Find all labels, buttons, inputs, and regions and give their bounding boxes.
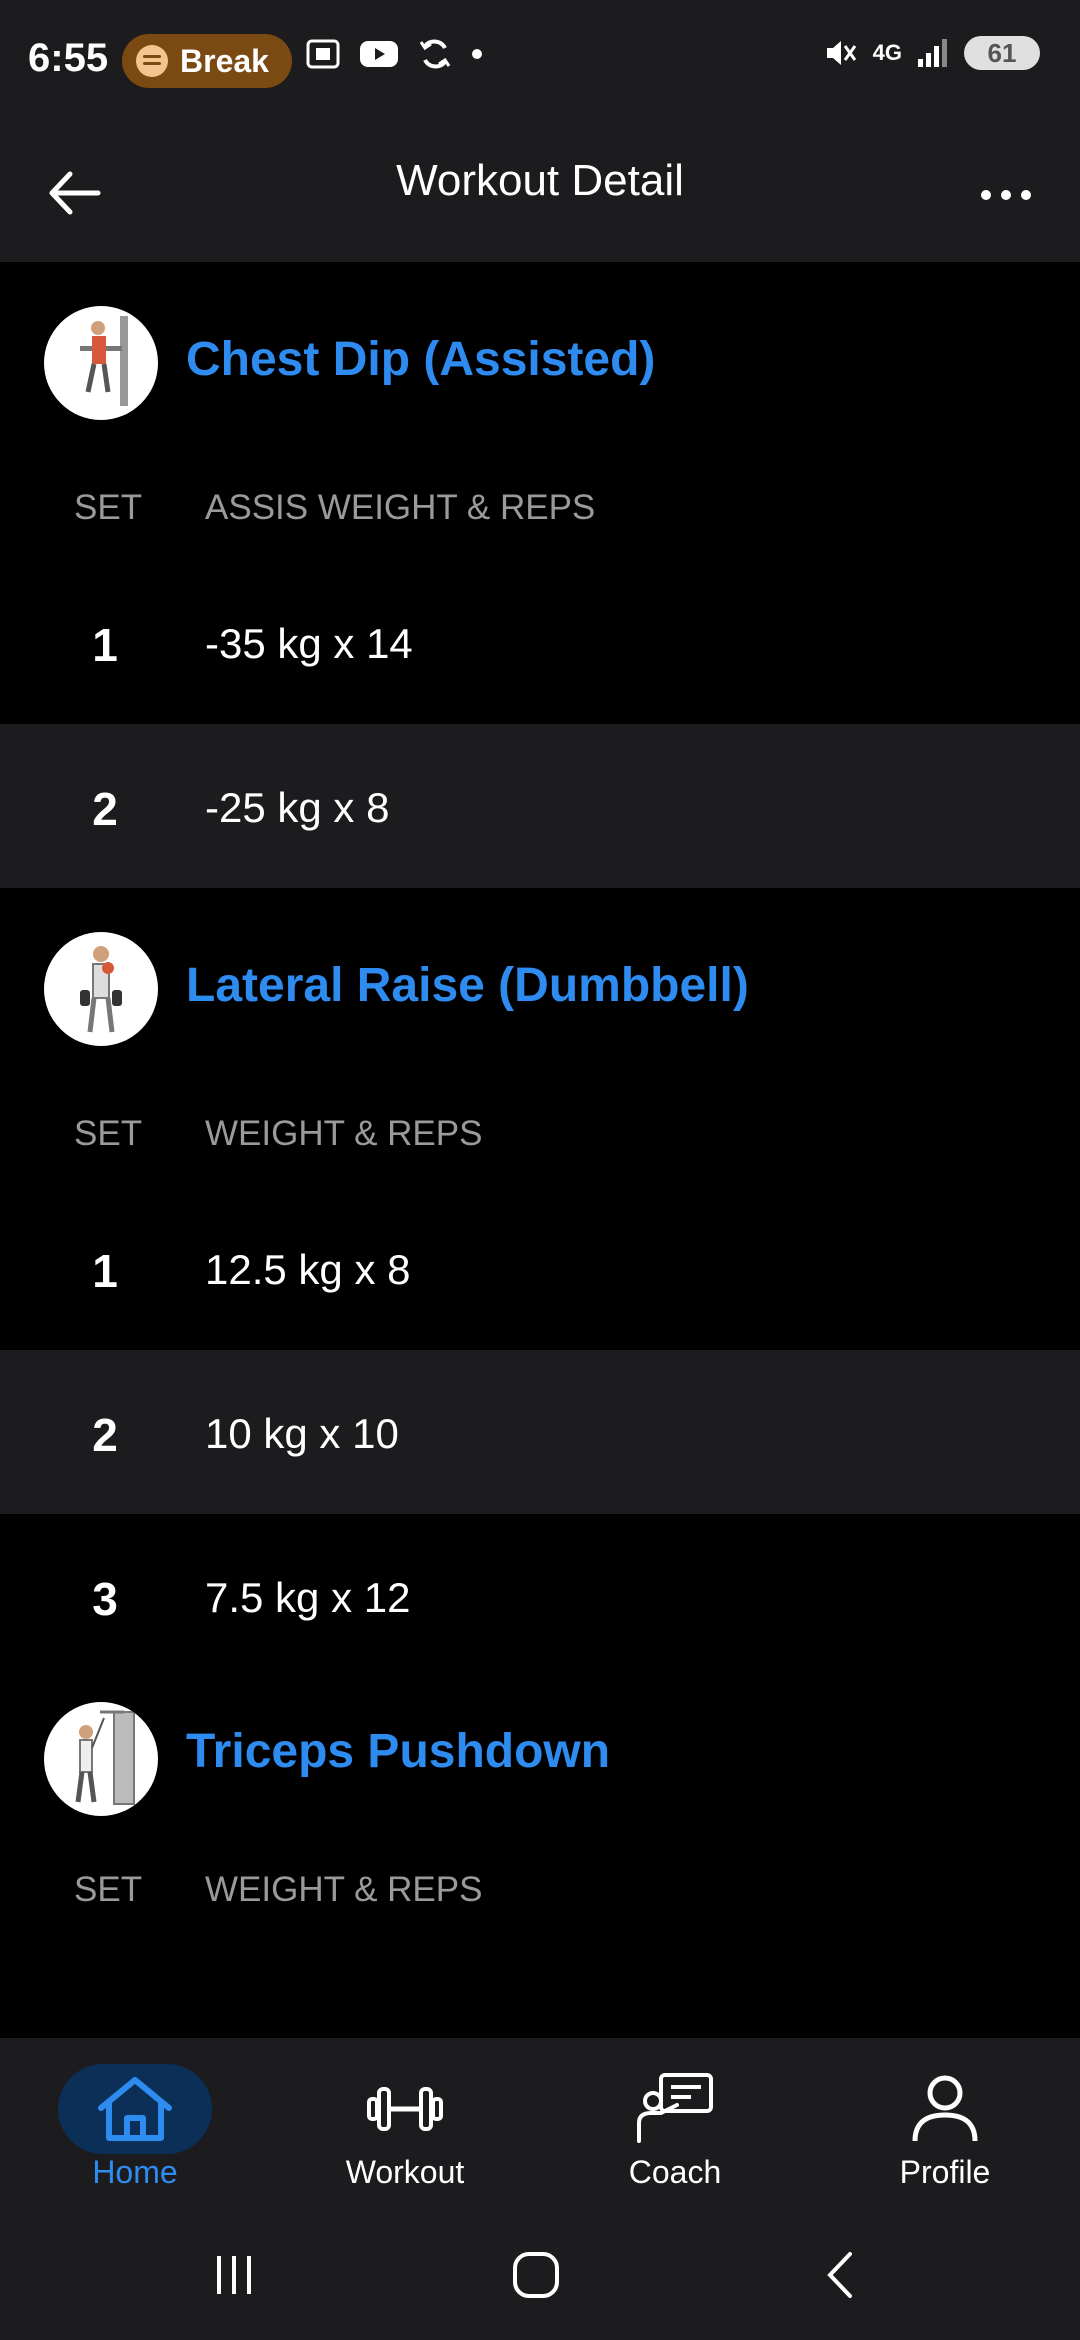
- youtube-icon: [360, 41, 398, 67]
- cable-machine-icon: [75, 1710, 135, 1805]
- profile-icon: [868, 2064, 1022, 2154]
- column-value-label: ASSIS WEIGHT & REPS: [205, 488, 596, 527]
- set-number: 1: [92, 619, 118, 671]
- set-value: 7.5 kg x 12: [205, 1574, 411, 1621]
- exercise-thumbnail: [44, 1702, 158, 1816]
- dot-icon: [472, 49, 482, 59]
- more-dot: [1021, 190, 1031, 200]
- column-set-label: SET: [74, 1870, 143, 1909]
- home-system-button[interactable]: [486, 2240, 586, 2310]
- nav-home[interactable]: Home: [0, 2038, 270, 2200]
- recents-icon: [217, 2256, 251, 2294]
- chevron-left-icon: [827, 2252, 852, 2298]
- set-value: -35 kg x 14: [205, 620, 413, 667]
- set-row: 1 12.5 kg x 8: [0, 1186, 1080, 1350]
- screenshot-icon: [306, 39, 340, 69]
- set-row: 2 10 kg x 10: [0, 1350, 1080, 1514]
- set-value: 12.5 kg x 8: [205, 1246, 411, 1293]
- more-dot: [1001, 190, 1011, 200]
- page-title: Workout Detail: [396, 156, 684, 205]
- nav-coach-label: Coach: [628, 2154, 722, 2190]
- media-pill-label: Break: [180, 42, 269, 79]
- set-number: 3: [92, 1573, 118, 1625]
- column-header: SET WEIGHT & REPS: [0, 1086, 1080, 1186]
- sync-icon: [419, 39, 451, 69]
- exercise-thumbnail: [44, 932, 158, 1046]
- set-value: -25 kg x 8: [205, 784, 390, 831]
- media-pill[interactable]: Break: [122, 34, 292, 88]
- set-value: 10 kg x 10: [205, 1410, 399, 1457]
- workout-content: Chest Dip (Assisted) SET ASSIS WEIGHT & …: [0, 262, 1080, 1942]
- nav-home-label: Home: [92, 2154, 178, 2190]
- bottom-navigation: Home Workout Coach Profile: [0, 2038, 1080, 2200]
- recents-button[interactable]: [184, 2240, 284, 2310]
- dip-machine-icon: [80, 316, 128, 406]
- mute-icon: [826, 41, 856, 65]
- coach-icon: [598, 2064, 752, 2154]
- nav-workout[interactable]: Workout: [270, 2038, 540, 2200]
- set-number: 1: [92, 1245, 118, 1297]
- nav-profile[interactable]: Profile: [810, 2038, 1080, 2200]
- more-options-button[interactable]: [966, 160, 1046, 230]
- set-row: 3 7.5 kg x 12: [0, 1514, 1080, 1678]
- exercise-header[interactable]: Triceps Pushdown: [0, 1678, 1080, 1842]
- network-type: 4G: [872, 40, 902, 65]
- lateral-raise-icon: [80, 946, 122, 1033]
- exercise-name[interactable]: Lateral Raise (Dumbbell): [186, 958, 749, 1013]
- set-row: 2 -25 kg x 8: [0, 724, 1080, 888]
- nav-coach[interactable]: Coach: [540, 2038, 810, 2200]
- battery-indicator: 61: [964, 36, 1040, 70]
- column-header: SET WEIGHT & REPS: [0, 1842, 1080, 1942]
- status-bar: 6:55 Break 4G 61: [0, 0, 1080, 120]
- home-circle-icon: [513, 2252, 559, 2298]
- app-bar: Workout Detail: [0, 120, 1080, 262]
- more-dot: [981, 190, 991, 200]
- nav-profile-label: Profile: [899, 2154, 991, 2190]
- back-system-button[interactable]: [790, 2240, 890, 2310]
- column-set-label: SET: [74, 1114, 143, 1153]
- nav-workout-label: Workout: [345, 2154, 465, 2190]
- system-status: 4G 61: [823, 36, 1040, 70]
- column-set-label: SET: [74, 488, 143, 527]
- dumbbell-icon: [328, 2064, 482, 2154]
- exercise-header[interactable]: Lateral Raise (Dumbbell): [0, 888, 1080, 1086]
- exercise-name[interactable]: Chest Dip (Assisted): [186, 332, 655, 387]
- column-value-label: WEIGHT & REPS: [205, 1114, 483, 1153]
- exercise-thumbnail: [44, 306, 158, 420]
- exercise-header[interactable]: Chest Dip (Assisted): [0, 262, 1080, 460]
- spotify-icon: [136, 45, 168, 77]
- exercise-name[interactable]: Triceps Pushdown: [186, 1724, 610, 1779]
- signal-icon: [918, 39, 947, 67]
- home-icon: [58, 2064, 212, 2154]
- system-navigation: [0, 2200, 1080, 2340]
- set-row: 1 -35 kg x 14: [0, 560, 1080, 724]
- status-time: 6:55: [28, 36, 109, 80]
- column-header: SET ASSIS WEIGHT & REPS: [0, 460, 1080, 560]
- notification-icons: [305, 36, 483, 72]
- set-number: 2: [92, 1409, 118, 1461]
- column-value-label: WEIGHT & REPS: [205, 1870, 483, 1909]
- set-number: 2: [92, 783, 118, 835]
